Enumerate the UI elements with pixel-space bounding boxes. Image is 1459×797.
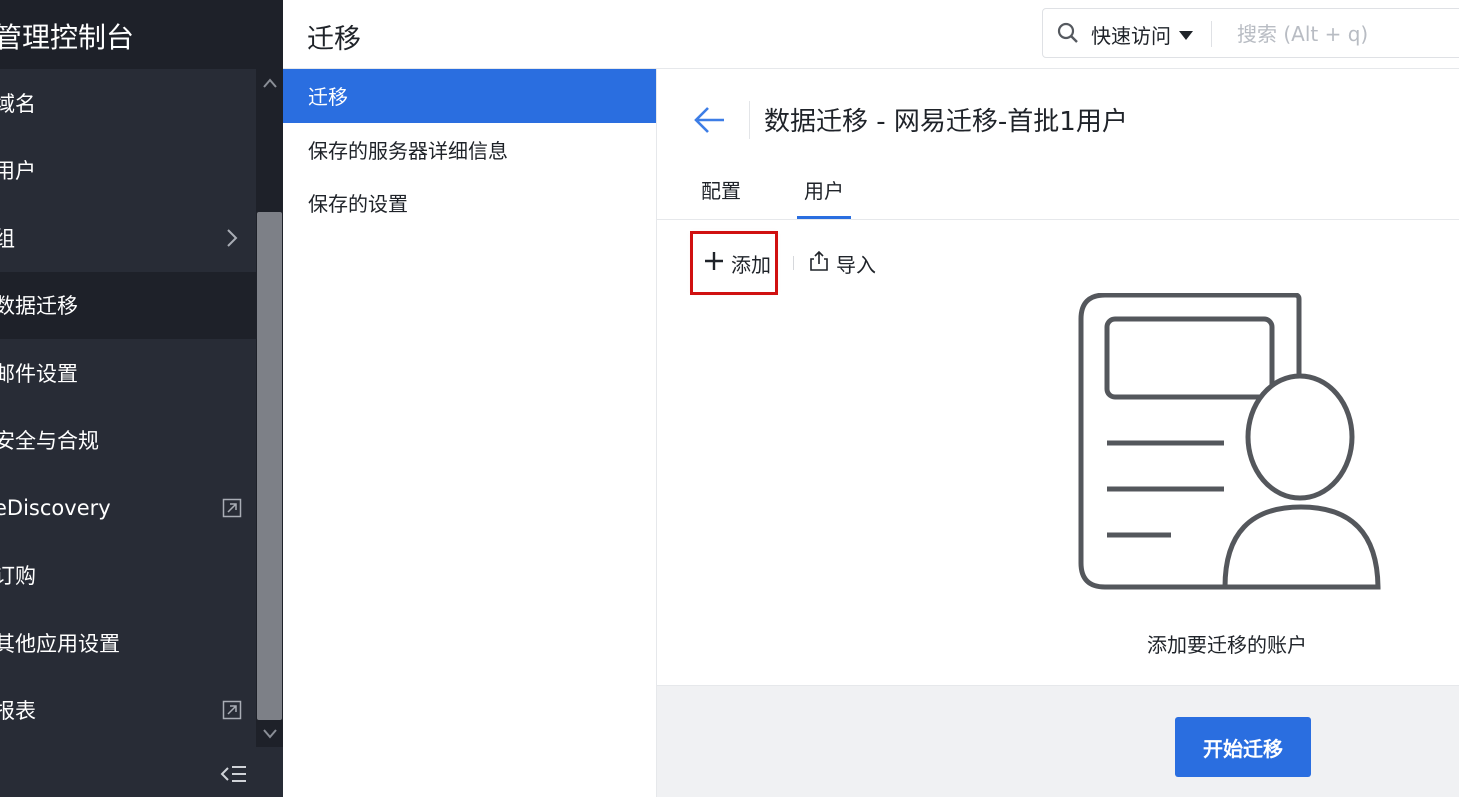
collapse-sidebar-icon[interactable] bbox=[218, 760, 250, 788]
sidebar-item-label: eDiscovery bbox=[0, 495, 111, 520]
search-icon bbox=[1057, 22, 1079, 44]
subnav-item-migration[interactable]: 迁移 bbox=[283, 69, 656, 123]
external-link-icon bbox=[222, 498, 242, 518]
sidebar-item-mail-settings[interactable]: 邮件设置 bbox=[0, 339, 256, 407]
back-arrow-icon[interactable] bbox=[693, 103, 727, 137]
sidebar-scrollbar[interactable] bbox=[256, 69, 283, 747]
user-card-illustration-icon bbox=[1077, 292, 1387, 593]
sidebar-item-label: 订购 bbox=[0, 564, 36, 589]
sidebar-item-label: 邮件设置 bbox=[0, 361, 78, 386]
top-bar: 迁移 快速访问 bbox=[283, 0, 1459, 69]
sidebar-item-label: 报表 bbox=[0, 699, 36, 724]
sidebar-item-label: 其他应用设置 bbox=[0, 631, 120, 656]
sidebar-header: 管理控制台 bbox=[0, 0, 283, 69]
sidebar-item-ediscovery[interactable]: eDiscovery bbox=[0, 474, 256, 542]
sidebar-item-data-migration[interactable]: 数据迁移 bbox=[0, 271, 256, 339]
sidebar-item-groups[interactable]: 组 bbox=[0, 204, 256, 272]
empty-state-text: 添加要迁移的账户 bbox=[1147, 633, 1307, 657]
sidebar-item-label: 域名 bbox=[0, 91, 36, 116]
add-button-label: 添加 bbox=[731, 252, 771, 277]
sidebar-item-label: 安全与合规 bbox=[0, 429, 99, 454]
quick-access-label: 快速访问 bbox=[1091, 24, 1171, 48]
scroll-down-icon[interactable] bbox=[256, 720, 283, 747]
search-box: 快速访问 bbox=[1042, 8, 1459, 58]
sidebar-item-label: 数据迁移 bbox=[0, 294, 78, 319]
plus-icon bbox=[703, 250, 725, 277]
title-divider bbox=[749, 101, 750, 139]
toolbar-divider bbox=[793, 256, 794, 270]
page-title: 迁移 bbox=[307, 24, 361, 55]
scroll-up-icon[interactable] bbox=[256, 69, 283, 96]
sidebar-item-label: 用户 bbox=[0, 159, 36, 184]
add-user-button[interactable]: 添加 bbox=[690, 231, 778, 295]
tab-users[interactable]: 用户 bbox=[797, 175, 851, 219]
import-button[interactable]: 导入 bbox=[808, 243, 876, 283]
upload-icon bbox=[808, 250, 830, 277]
chevron-right-icon bbox=[222, 228, 242, 248]
search-input[interactable] bbox=[1237, 19, 1457, 49]
import-button-label: 导入 bbox=[836, 252, 876, 277]
sidebar-item-other-apps[interactable]: 其他应用设置 bbox=[0, 609, 256, 677]
migration-title: 数据迁移 - 网易迁移-首批1用户 bbox=[764, 107, 1128, 137]
search-divider bbox=[1211, 21, 1212, 47]
sidebar-item-label: 组 bbox=[0, 226, 15, 251]
main-panel: 数据迁移 - 网易迁移-首批1用户 配置 用户 添加 导入 添加要迁移的账户 开… bbox=[657, 69, 1459, 797]
external-link-icon bbox=[222, 700, 242, 720]
subnav-item-saved-settings[interactable]: 保存的设置 bbox=[283, 176, 656, 230]
migration-subnav: 迁移 保存的服务器详细信息 保存的设置 bbox=[283, 69, 657, 797]
app-title: 管理控制台 bbox=[0, 21, 135, 54]
detail-tabs: 配置 用户 bbox=[657, 169, 1459, 220]
sidebar-nav: 域名 用户 组 数据迁移 邮件设置 安全与合规 eDiscovery 订购 其他… bbox=[0, 69, 256, 747]
sidebar-item-security[interactable]: 安全与合规 bbox=[0, 407, 256, 475]
caret-down-icon bbox=[1179, 31, 1193, 40]
users-toolbar: 添加 导入 bbox=[690, 231, 876, 295]
start-migration-button[interactable]: 开始迁移 bbox=[1175, 717, 1311, 777]
sidebar: 管理控制台 域名 用户 组 数据迁移 邮件设置 安全与合规 eDiscovery bbox=[0, 0, 283, 797]
action-footer: 开始迁移 bbox=[657, 685, 1459, 797]
sidebar-item-reports[interactable]: 报表 bbox=[0, 677, 256, 745]
sidebar-item-domains[interactable]: 域名 bbox=[0, 69, 256, 137]
sidebar-item-users[interactable]: 用户 bbox=[0, 137, 256, 205]
sidebar-item-subscription[interactable]: 订购 bbox=[0, 542, 256, 610]
subnav-item-saved-servers[interactable]: 保存的服务器详细信息 bbox=[283, 123, 656, 177]
tab-config[interactable]: 配置 bbox=[701, 175, 741, 219]
quick-access-dropdown[interactable]: 快速访问 bbox=[1091, 20, 1193, 49]
scrollbar-thumb[interactable] bbox=[257, 212, 282, 720]
